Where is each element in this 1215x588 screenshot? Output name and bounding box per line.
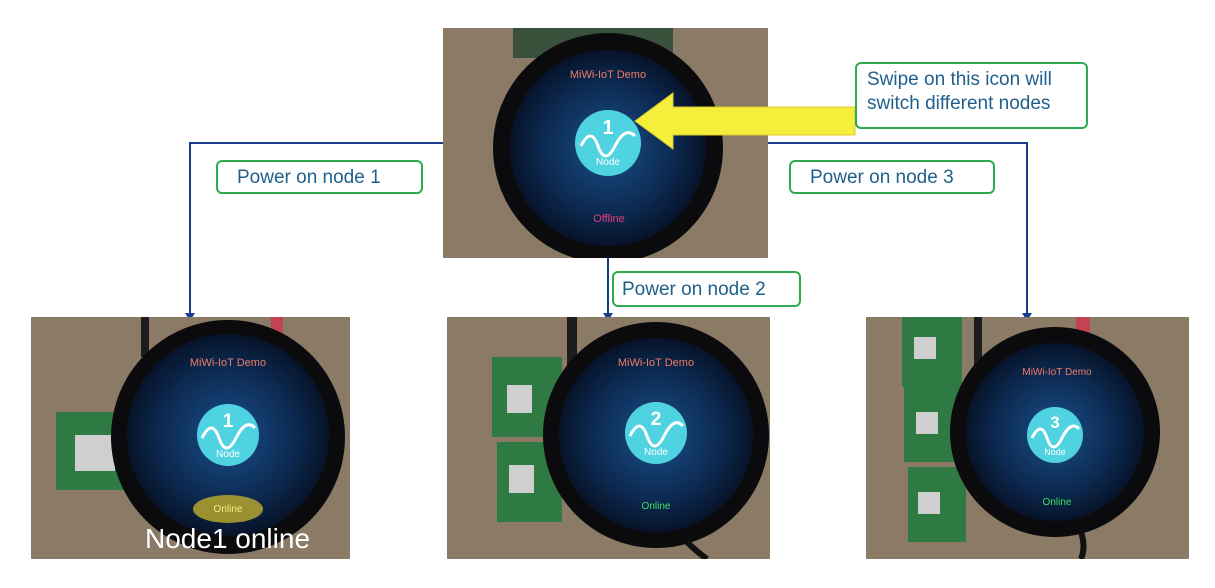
node-status: Online (642, 501, 671, 512)
node-icon[interactable]: 3 Node (1027, 407, 1083, 463)
node-label: Node (1044, 447, 1066, 457)
node-status: Online (1043, 497, 1072, 508)
node1-online-caption: Node1 online (145, 523, 311, 554)
power-node1-callout: Power on node 1 (216, 160, 423, 194)
device-photo-mid: MiWi-IoT Demo 2 Node Online (447, 317, 770, 559)
screen-title: MiWi-IoT Demo (618, 357, 694, 369)
node-icon[interactable]: 2 Node (625, 402, 687, 464)
node-number: 1 (602, 117, 613, 139)
device-photo-right: MiWi-IoT Demo 3 Node Online (866, 317, 1189, 559)
node-label: Node (644, 447, 668, 458)
swipe-arrow-icon (634, 92, 856, 150)
power-node3-callout: Power on node 3 (789, 160, 995, 194)
node-status: Offline (593, 213, 625, 225)
swipe-callout-line1: Swipe on this icon will (867, 69, 1052, 90)
swipe-callout: Swipe on this icon will switch different… (855, 62, 1088, 129)
node-label: Node (596, 157, 620, 168)
node-status: Online (214, 504, 243, 515)
node-number: 1 (223, 411, 234, 432)
swipe-callout-line2: switch different nodes (867, 93, 1051, 114)
screen-title: MiWi-IoT Demo (570, 69, 646, 81)
node-number: 2 (651, 409, 662, 430)
node-label: Node (216, 449, 240, 460)
node-number: 3 (1050, 413, 1059, 432)
node-icon[interactable]: 1 Node (197, 404, 259, 466)
screen-title: MiWi-IoT Demo (190, 357, 266, 369)
power-node2-callout: Power on node 2 (612, 271, 801, 307)
screen-title: MiWi-IoT Demo (1022, 367, 1092, 378)
